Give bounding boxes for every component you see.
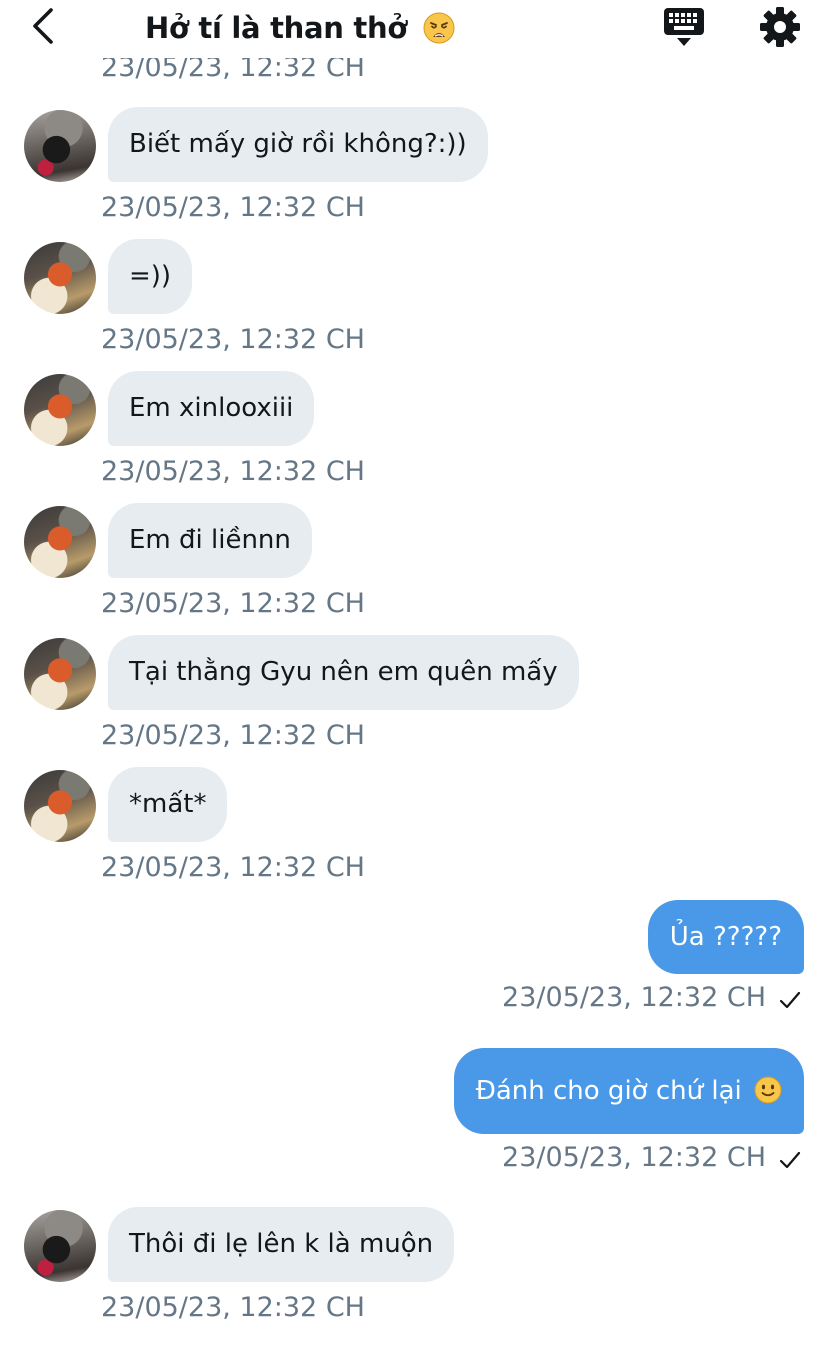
outgoing-message-bubble[interactable]: Ủa ????? xyxy=(647,900,804,974)
message-timestamp: 23/05/23, 12:32 CH xyxy=(101,720,365,751)
message-bubble[interactable]: Biết mấy giờ rồi không?:)) xyxy=(108,107,488,182)
keyboard-button[interactable] xyxy=(662,5,706,49)
outgoing-message-bubble[interactable]: Đánh cho giờ chứ lại xyxy=(453,1048,804,1134)
message-timestamp: 23/05/23, 12:32 CH xyxy=(502,982,766,1013)
message-text: Đánh cho giờ chứ lại xyxy=(475,1076,742,1106)
incoming-message: Em đi liềnnn 23/05/23, 12:32 CH xyxy=(0,503,828,638)
dm-conversation-screen: 23/05/23, 12:32 CH Hở tí là than thở Biế… xyxy=(0,0,828,1351)
incoming-message: Biết mấy giờ rồi không?:)) 23/05/23, 12:… xyxy=(0,107,828,242)
incoming-message: *mất* 23/05/23, 12:32 CH xyxy=(0,767,828,902)
conversation-header: Hở tí là than thở xyxy=(0,0,828,58)
weary-face-emoji xyxy=(423,12,455,44)
message-timestamp: 23/05/23, 12:32 CH xyxy=(101,456,365,487)
sent-check-icon xyxy=(779,991,801,1009)
sender-avatar[interactable] xyxy=(24,1210,96,1282)
message-timestamp: 23/05/23, 12:32 CH xyxy=(101,852,365,883)
back-button[interactable] xyxy=(24,6,64,46)
message-timestamp: 23/05/23, 12:32 CH xyxy=(101,1292,365,1323)
incoming-message: =)) 23/05/23, 12:32 CH xyxy=(0,239,828,374)
message-timestamp: 23/05/23, 12:32 CH xyxy=(502,1142,766,1173)
message-timestamp: 23/05/23, 12:32 CH xyxy=(101,588,365,619)
conversation-title-text: Hở tí là than thở xyxy=(145,11,407,45)
sender-avatar[interactable] xyxy=(24,770,96,842)
sender-avatar[interactable] xyxy=(24,638,96,710)
message-bubble[interactable]: =)) xyxy=(108,239,193,314)
sent-check-icon xyxy=(779,1151,801,1169)
sender-avatar[interactable] xyxy=(24,374,96,446)
incoming-message: Tại thằng Gyu nên em quên mấy 23/05/23, … xyxy=(0,635,828,770)
message-timestamp: 23/05/23, 12:32 CH xyxy=(101,324,365,355)
slightly-smiling-face-emoji xyxy=(754,1076,782,1104)
chevron-left-icon xyxy=(33,8,53,44)
message-bubble[interactable]: Thôi đi lẹ lên k là muộn xyxy=(108,1207,455,1282)
conversation-title: Hở tí là than thở xyxy=(145,8,455,48)
message-timestamp: 23/05/23, 12:32 CH xyxy=(101,192,365,223)
sender-avatar[interactable] xyxy=(24,506,96,578)
message-bubble[interactable]: Em xinlooxiii xyxy=(108,371,315,446)
message-bubble[interactable]: Em đi liềnnn xyxy=(108,503,312,578)
settings-button[interactable] xyxy=(758,5,802,49)
message-bubble[interactable]: *mất* xyxy=(108,767,228,842)
gear-icon xyxy=(760,7,800,47)
sender-avatar[interactable] xyxy=(24,110,96,182)
sender-avatar[interactable] xyxy=(24,242,96,314)
incoming-message: Thôi đi lẹ lên k là muộn 23/05/23, 12:32… xyxy=(0,1207,828,1342)
message-bubble[interactable]: Tại thằng Gyu nên em quên mấy xyxy=(108,635,579,710)
keyboard-icon xyxy=(664,8,704,46)
incoming-message: Em xinlooxiii 23/05/23, 12:32 CH xyxy=(0,371,828,506)
